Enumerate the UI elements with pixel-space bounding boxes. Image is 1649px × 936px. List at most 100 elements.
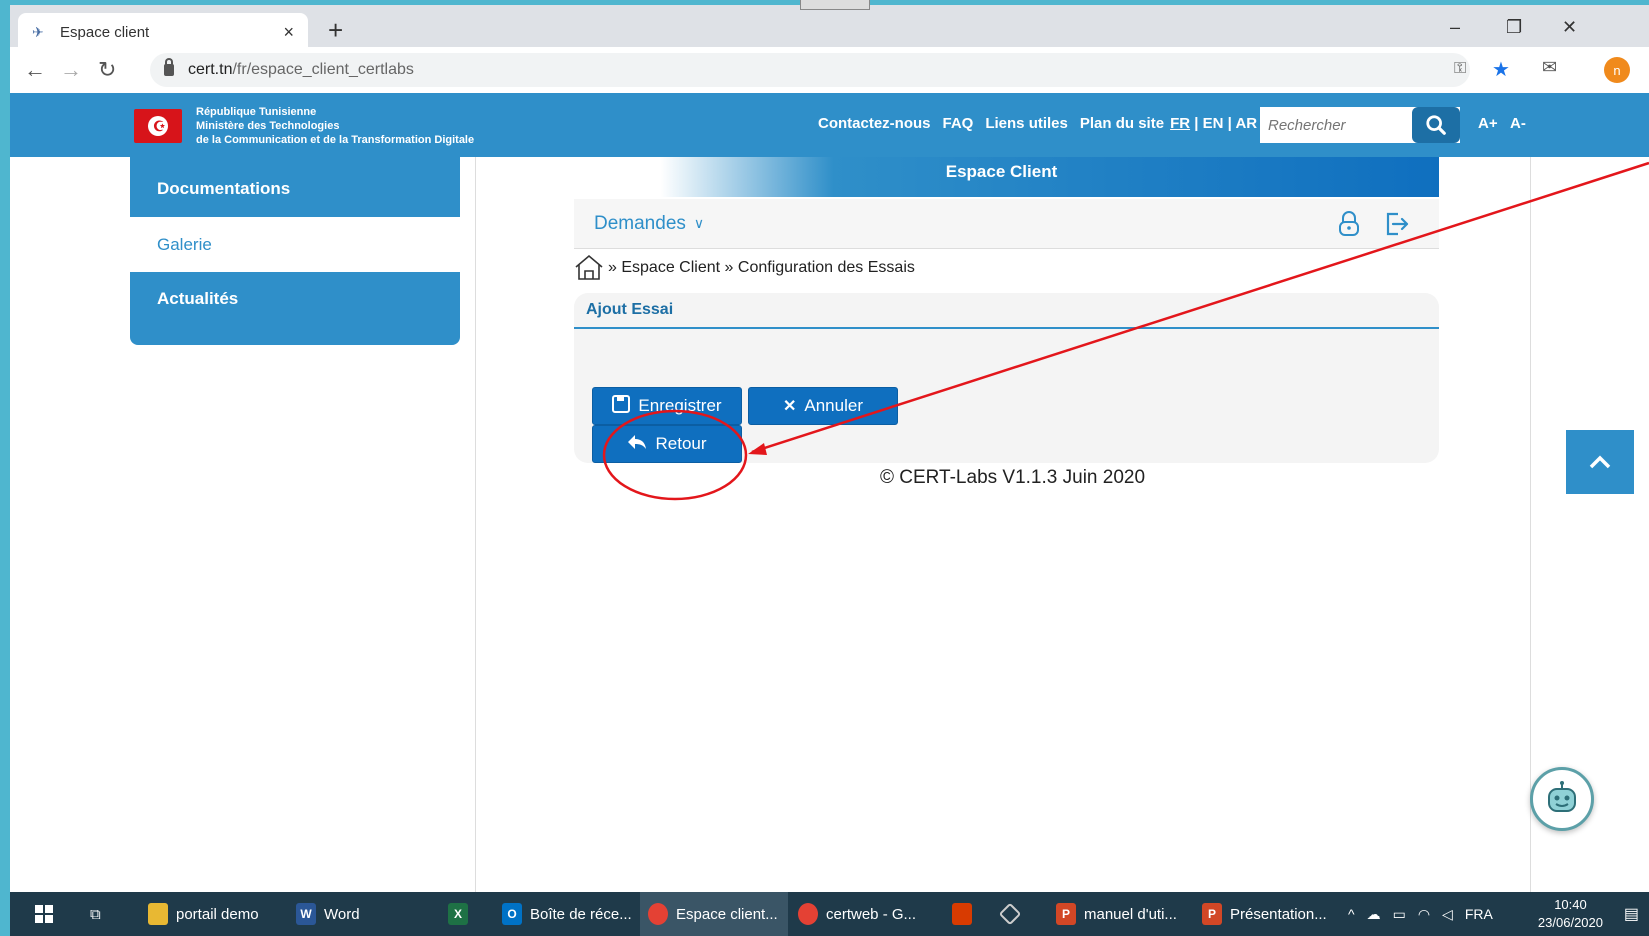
nav-liens-utiles[interactable]: Liens utiles (985, 115, 1068, 132)
save-button-label: Enregistrer (638, 396, 722, 415)
breadcrumb-separator: » (724, 259, 734, 276)
taskbar-item-chrome-certweb[interactable]: certweb - G... (790, 892, 924, 936)
url-host: cert.tn (188, 61, 233, 78)
tunisia-flag-icon: ☪ (134, 109, 182, 143)
language-indicator[interactable]: FRA (1465, 906, 1493, 922)
save-button[interactable]: Enregistrer (592, 387, 742, 425)
page-content: Documentations Galerie Actualités Espace… (10, 157, 1649, 892)
nav-plan-du-site[interactable]: Plan du site (1080, 115, 1164, 132)
wifi-icon[interactable]: ◠ (1418, 906, 1430, 923)
back-arrow-icon[interactable]: ← (24, 57, 46, 83)
taskbar-label: Présentation... (1230, 905, 1327, 923)
powerpoint-icon: P (1056, 903, 1076, 925)
tab-close-icon[interactable]: × (283, 22, 294, 43)
browser-tab-strip: ✈ Espace client × + – ❐ ✕ (10, 5, 1649, 51)
content-divider (475, 157, 476, 892)
outlook-icon: O (502, 903, 522, 925)
search-input[interactable] (1260, 107, 1415, 143)
site-favicon-icon: ✈ (32, 24, 44, 40)
network-icon[interactable]: ☁ (1367, 906, 1381, 923)
windows-start-button[interactable] (26, 892, 62, 936)
bookmark-star-icon[interactable]: ★ (1492, 57, 1510, 82)
taskbar-item-chrome-espace-client[interactable]: Espace client... (640, 892, 788, 936)
font-decrease-button[interactable]: A- (1510, 115, 1526, 132)
lang-fr[interactable]: FR (1170, 115, 1190, 132)
back-button-label: Retour (655, 434, 707, 453)
key-icon[interactable]: ⚿ (1454, 60, 1466, 78)
sidebar-item-actualites[interactable]: Actualités (130, 271, 460, 326)
nav-faq[interactable]: FAQ (943, 115, 974, 132)
lock-icon[interactable] (1338, 211, 1360, 237)
extension-icon[interactable]: ✉ (1542, 57, 1557, 78)
notification-icon[interactable]: ▤ (1624, 904, 1639, 924)
breadcrumb-espace-client[interactable]: Espace Client (621, 259, 720, 277)
app-icon (998, 902, 1022, 926)
close-icon: ✕ (782, 398, 797, 415)
taskbar-label: manuel d'uti... (1084, 905, 1177, 923)
taskbar-item-app[interactable] (994, 892, 1026, 936)
sidebar-menu: Documentations Galerie Actualités (130, 157, 460, 345)
taskbar-item-presentation[interactable]: P Présentation... (1194, 892, 1335, 936)
taskbar-label: certweb - G... (826, 905, 917, 923)
folder-icon (148, 903, 168, 925)
browser-tab[interactable]: ✈ Espace client × (18, 13, 308, 51)
lang-separator: | (1227, 115, 1232, 132)
ministry-line-2: Ministère des Technologies (196, 120, 340, 132)
chevron-up-icon (1589, 455, 1611, 469)
windows-logo-icon (35, 905, 53, 923)
chrome-icon (648, 903, 668, 925)
taskbar-item-office[interactable] (944, 892, 980, 936)
top-navigation: Contactez-nous FAQ Liens utiles Plan du … (818, 115, 1257, 132)
cancel-button[interactable]: ✕ Annuler (748, 387, 898, 425)
task-view-icon: ⧉ (90, 905, 101, 923)
site-header: ☪ République Tunisienne Ministère des Te… (10, 93, 1649, 157)
nav-contact[interactable]: Contactez-nous (818, 115, 931, 132)
word-icon: W (296, 903, 316, 925)
copyright-text: © CERT-Labs V1.1.3 Juin 2020 (880, 467, 1146, 488)
restore-button[interactable]: ❐ (1506, 17, 1522, 38)
profile-avatar[interactable]: n (1604, 57, 1630, 83)
volume-icon[interactable]: ◁ (1442, 906, 1453, 923)
sidebar-item-documentations[interactable]: Documentations (130, 161, 460, 216)
reload-icon[interactable]: ↻ (98, 57, 116, 83)
search-button[interactable] (1412, 107, 1460, 143)
breadcrumb-separator: » (608, 259, 617, 276)
chevron-down-icon[interactable]: ∨ (694, 215, 704, 232)
logout-icon[interactable] (1384, 211, 1410, 237)
taskbar-label: Word (324, 905, 360, 923)
close-window-button[interactable]: ✕ (1562, 17, 1577, 38)
battery-icon[interactable]: ▭ (1393, 906, 1406, 923)
forward-arrow-icon[interactable]: → (60, 57, 82, 83)
task-view-button[interactable]: ⧉ (82, 892, 109, 936)
clock[interactable]: 10:40 23/06/2020 (1538, 896, 1603, 932)
taskbar-label: Espace client... (676, 905, 778, 923)
minimize-button[interactable]: – (1450, 17, 1460, 38)
address-bar-row: ← → ↻ cert.tn/fr/espace_client_certlabs … (10, 47, 1649, 93)
scroll-to-top-button[interactable] (1566, 430, 1634, 494)
breadcrumb: » Espace Client » Configuration des Essa… (574, 253, 915, 283)
taskbar-item-manuel[interactable]: P manuel d'uti... (1048, 892, 1185, 936)
taskbar-item-outlook[interactable]: O Boîte de réce... (494, 892, 640, 936)
reply-arrow-icon (627, 434, 647, 455)
os-taskbar: ⧉ portail demo W Word X O Boîte de réce.… (10, 892, 1649, 936)
taskbar-item-excel[interactable]: X (440, 892, 476, 936)
home-icon[interactable] (574, 253, 604, 283)
chevron-up-icon[interactable]: ^ (1348, 906, 1355, 922)
taskbar-item-word[interactable]: W Word (288, 892, 368, 936)
demandes-dropdown[interactable]: Demandes (594, 213, 686, 235)
lang-ar[interactable]: AR (1235, 115, 1257, 132)
powerpoint-icon: P (1202, 903, 1222, 925)
chrome-icon (798, 903, 818, 925)
back-button[interactable]: Retour (592, 425, 742, 463)
cancel-button-label: Annuler (804, 396, 863, 415)
content-divider (1530, 157, 1531, 892)
window-grab-handle[interactable] (800, 0, 870, 10)
taskbar-item-portail-demo[interactable]: portail demo (140, 892, 267, 936)
new-tab-button[interactable]: + (328, 15, 343, 46)
chatbot-button[interactable] (1530, 767, 1594, 831)
font-increase-button[interactable]: A+ (1478, 115, 1498, 132)
lang-en[interactable]: EN (1203, 115, 1224, 132)
demandes-menu-bar: Demandes ∨ (574, 199, 1439, 249)
url-field[interactable]: cert.tn/fr/espace_client_certlabs (150, 53, 1470, 87)
sidebar-item-galerie[interactable]: Galerie (130, 217, 460, 272)
